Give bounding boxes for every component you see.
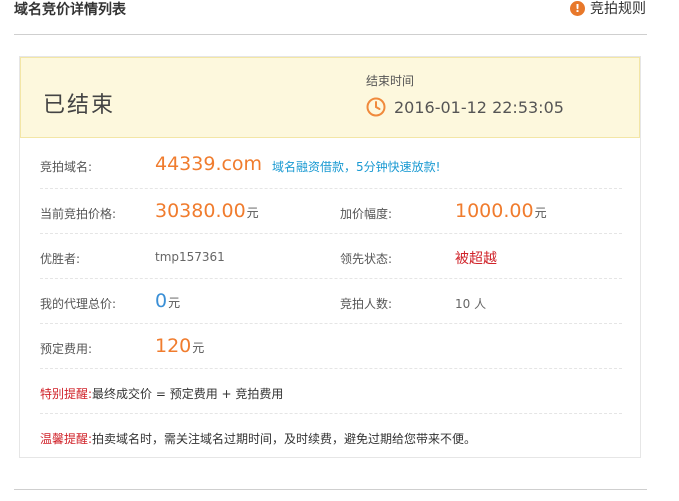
proxy-price-label: 我的代理总价: <box>40 297 117 311</box>
status-banner: 已结束 结束时间 2016-01-12 22:53:05 <box>20 57 640 138</box>
page-title: 域名竞价详情列表 <box>14 2 126 18</box>
warm-note-label: 温馨提醒: <box>40 432 93 446</box>
domain-value: 44339.com <box>155 153 263 175</box>
title-divider <box>14 34 647 35</box>
increment: 1000.00元 <box>455 200 547 222</box>
end-time-label: 结束时间 <box>366 74 415 88</box>
current-price-label: 当前竞拍价格: <box>40 207 117 221</box>
fee-value: 120 <box>155 335 192 357</box>
bidders-value: 10 人 <box>455 297 487 311</box>
warm-note: 温馨提醒:拍卖域名时，需关注域名过期时间，及时续费，避免过期给您带来不便。 <box>40 430 476 447</box>
end-time-value: 2016-01-12 22:53:05 <box>394 97 564 117</box>
proxy-price: 0元 <box>155 290 180 312</box>
price-row: 当前竞拍价格: 30380.00元 加价幅度: 1000.00元 <box>40 188 622 234</box>
auction-rules-label: 竞拍规则 <box>590 1 646 17</box>
domain-label: 竞拍域名: <box>40 160 93 174</box>
end-time: 2016-01-12 22:53:05 <box>366 97 564 117</box>
auction-rules-link[interactable]: ! 竞拍规则 <box>570 0 646 18</box>
bidders-label: 竞拍人数: <box>340 297 393 311</box>
fee: 120元 <box>155 335 204 357</box>
winner-value: tmp157361 <box>155 250 225 264</box>
clock-icon <box>366 97 386 117</box>
fee-label: 预定费用: <box>40 342 93 356</box>
domain-row: 竞拍域名: 44339.com 域名融资借款，5分钟快速放款! <box>40 140 622 189</box>
winner-row: 优胜者: tmp157361 领先状态: 被超越 <box>40 233 622 279</box>
fee-row: 预定费用: 120元 <box>40 323 622 369</box>
warm-note-text: 拍卖域名时，需关注域名过期时间，及时续费，避免过期给您带来不便。 <box>92 432 477 446</box>
winner-label: 优胜者: <box>40 252 81 266</box>
proxy-row: 我的代理总价: 0元 竞拍人数: 10 人 <box>40 278 622 324</box>
increment-label: 加价幅度: <box>340 207 393 221</box>
current-price-unit: 元 <box>246 206 259 220</box>
increment-value: 1000.00 <box>455 200 534 222</box>
lead-status-label: 领先状态: <box>340 252 393 266</box>
bottom-divider <box>14 489 647 490</box>
loan-link[interactable]: 域名融资借款，5分钟快速放款! <box>272 158 440 175</box>
special-note: 特别提醒:最终成交价 = 预定费用 + 竞拍费用 <box>40 385 283 402</box>
auction-status: 已结束 <box>43 93 116 118</box>
proxy-price-unit: 元 <box>168 296 181 310</box>
special-note-text: 最终成交价 = 预定费用 + 竞拍费用 <box>92 387 284 401</box>
current-price-value: 30380.00 <box>155 200 246 222</box>
lead-status-value: 被超越 <box>455 251 497 267</box>
auction-detail-card: 已结束 结束时间 2016-01-12 22:53:05 竞拍域名: 44339… <box>19 56 641 458</box>
current-price: 30380.00元 <box>155 200 259 222</box>
increment-unit: 元 <box>534 206 547 220</box>
warning-icon: ! <box>570 0 585 16</box>
fee-unit: 元 <box>192 341 205 355</box>
special-note-label: 特别提醒: <box>40 387 93 401</box>
proxy-price-value: 0 <box>155 290 168 312</box>
warm-note-row: 温馨提醒:拍卖域名时，需关注域名过期时间，及时续费，避免过期给您带来不便。 <box>40 413 622 457</box>
special-note-row: 特别提醒:最终成交价 = 预定费用 + 竞拍费用 <box>40 368 622 414</box>
